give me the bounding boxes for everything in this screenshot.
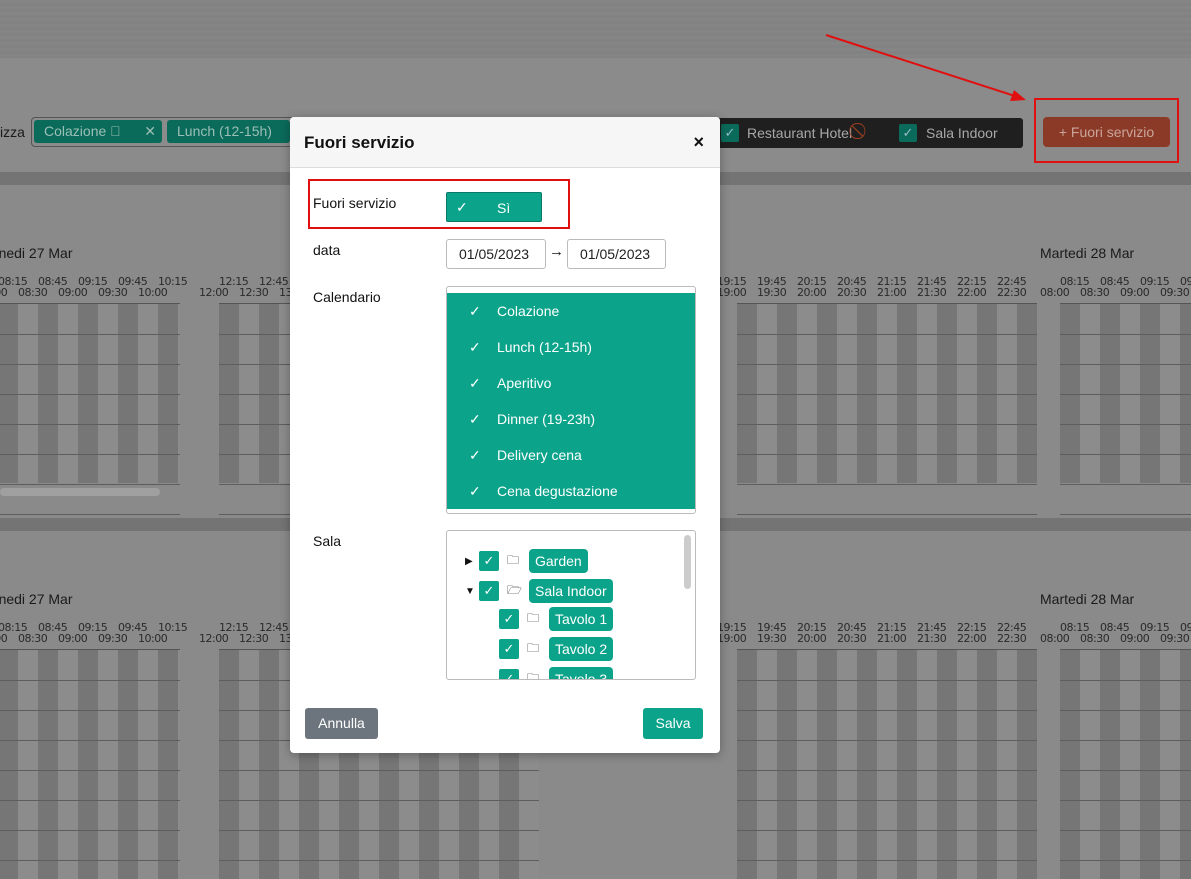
checkbox[interactable]: ✓	[479, 551, 499, 571]
check-icon: ✓	[469, 447, 481, 463]
tree-node-tavolo-3[interactable]: ✓ 🗀 Tavolo 3	[499, 665, 614, 680]
caret-right-icon[interactable]: ▶	[465, 556, 479, 567]
tree-node-sala-indoor[interactable]: ▼ ✓ 🗁 Sala Indoor	[465, 577, 613, 605]
save-button[interactable]: Salva	[643, 708, 703, 739]
annotation-highlight-box	[308, 179, 570, 229]
check-icon: ✓	[469, 375, 481, 391]
room-label: Sala	[313, 533, 342, 549]
tree-node-tavolo-2[interactable]: ✓ 🗀 Tavolo 2	[499, 635, 614, 663]
close-icon[interactable]: ×	[693, 132, 704, 153]
folder-open-icon: 🗁	[507, 582, 522, 597]
calendar-option[interactable]: ✓ Cena degustazione	[447, 473, 695, 509]
calendar-option[interactable]: ✓ Colazione	[447, 293, 695, 329]
tree-node-tavolo-1[interactable]: ✓ 🗀 Tavolo 1	[499, 605, 614, 633]
checkbox[interactable]: ✓	[479, 581, 499, 601]
room-tree: ▶ ✓ 🗀 Garden ▼ ✓ 🗁 Sala Indoor ✓ 🗀 Tavol…	[446, 530, 696, 680]
cancel-button[interactable]: Annulla	[305, 708, 378, 739]
date-from-input[interactable]: 01/05/2023	[446, 239, 546, 269]
tree-node-label[interactable]: Tavolo 2	[549, 637, 614, 661]
check-icon: ✓	[469, 411, 481, 427]
option-label: Delivery cena	[497, 447, 582, 463]
calendar-label: Calendario	[313, 289, 381, 305]
tree-node-label[interactable]: Tavolo 1	[549, 607, 614, 631]
folder-icon: 🗀	[527, 640, 540, 655]
option-label: Dinner (19-23h)	[497, 411, 596, 427]
checkbox[interactable]: ✓	[499, 639, 519, 659]
option-label: Aperitivo	[497, 375, 552, 391]
arrow-right-icon: →	[549, 243, 564, 260]
folder-icon: 🗀	[507, 552, 520, 567]
dialog-header: Fuori servizio ×	[290, 117, 720, 168]
option-label: Colazione	[497, 303, 560, 319]
out-of-service-dialog: Fuori servizio × Fuori servizio ✓ Sì dat…	[290, 117, 720, 753]
check-icon: ✓	[469, 483, 481, 499]
check-icon: ✓	[469, 339, 481, 355]
tree-node-label[interactable]: Tavolo 3	[549, 667, 614, 679]
date-label: data	[313, 242, 341, 258]
calendar-multiselect[interactable]: ✓ Colazione ✓ Lunch (12-15h) ✓ Aperitivo ✓ D…	[446, 286, 696, 514]
calendar-option[interactable]: ✓ Delivery cena	[447, 437, 695, 473]
date-to-input[interactable]: 01/05/2023	[567, 239, 666, 269]
calendar-option[interactable]: ✓ Dinner (19-23h)	[447, 401, 695, 437]
checkbox[interactable]: ✓	[499, 609, 519, 629]
calendar-option[interactable]: ✓ Aperitivo	[447, 365, 695, 401]
tree-node-label[interactable]: Sala Indoor	[529, 579, 613, 603]
tree-node-garden[interactable]: ▶ ✓ 🗀 Garden	[465, 547, 588, 575]
check-icon: ✓	[469, 303, 481, 319]
caret-down-icon[interactable]: ▼	[465, 586, 479, 597]
tree-scrollbar[interactable]	[684, 535, 691, 589]
folder-icon: 🗀	[527, 610, 540, 625]
folder-icon: 🗀	[527, 670, 540, 680]
calendar-option[interactable]: ✓ Lunch (12-15h)	[447, 329, 695, 365]
tree-node-label[interactable]: Garden	[529, 549, 588, 573]
checkbox[interactable]: ✓	[499, 669, 519, 679]
dialog-title: Fuori servizio	[304, 133, 415, 152]
option-label: Lunch (12-15h)	[497, 339, 592, 355]
option-label: Cena degustazione	[497, 483, 618, 499]
